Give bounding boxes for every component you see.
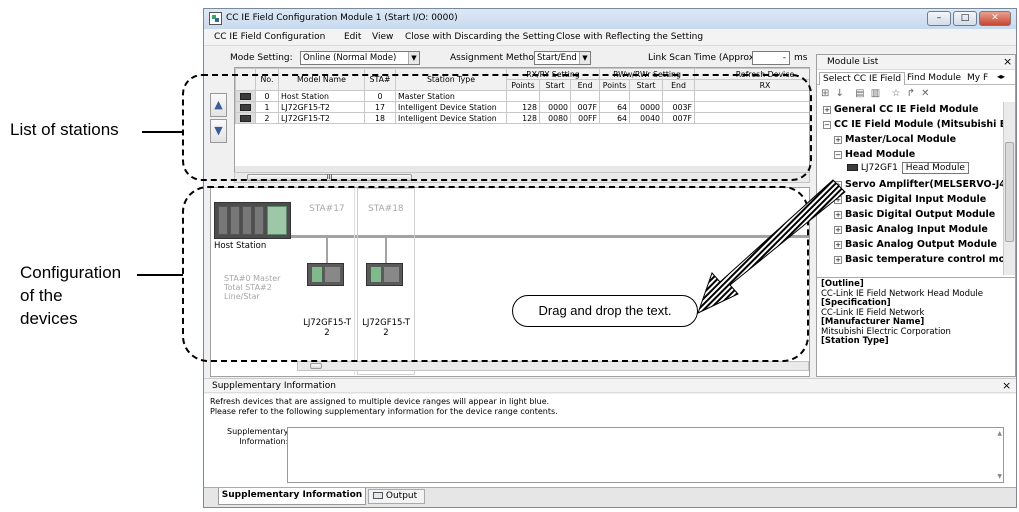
tree-item-label: Basic Digital Input Module: [845, 194, 987, 205]
expand-icon[interactable]: ▤: [855, 88, 864, 99]
module-list-tabs: Select CC IE Field Find Module My F ◂▸: [817, 71, 1015, 85]
mode-setting-dropdown[interactable]: Online (Normal Mode) ▼: [300, 51, 420, 65]
tab-select-cc-ie-field[interactable]: Select CC IE Field: [819, 72, 906, 85]
scrollbar-thumb[interactable]: [1005, 142, 1014, 242]
annotation-text-line: Configuration: [20, 263, 122, 282]
supplementary-information-textarea[interactable]: ▲ ▼: [287, 427, 1004, 483]
sort-icon[interactable]: ⊞: [821, 88, 829, 99]
annotation-leader-line: [142, 131, 184, 133]
chevron-down-icon: ▼: [579, 52, 590, 64]
menu-close-reflect[interactable]: Close with Reflecting the Setting: [556, 32, 703, 42]
supplementary-text-2: Please refer to the following supplement…: [210, 407, 558, 416]
assignment-method-value: Start/End: [537, 53, 577, 63]
tree-leaf-label: LJ72GF1: [860, 163, 898, 173]
mode-setting-label: Mode Setting:: [230, 53, 293, 63]
close-button[interactable]: ✕: [979, 11, 1011, 26]
supplementary-close-button[interactable]: ×: [1002, 379, 1011, 392]
tree-item[interactable]: − Head Module: [834, 149, 915, 160]
tab-find-module[interactable]: Find Module: [907, 73, 961, 83]
supplementary-text-1: Refresh devices that are assigned to mul…: [210, 397, 550, 406]
info-heading: [Station Type]: [821, 336, 889, 346]
tab-output[interactable]: Output: [368, 489, 425, 504]
module-list-header: Module List ×: [817, 55, 1015, 70]
sort-az-icon[interactable]: ↓: [836, 88, 844, 99]
field-label-line: Information:: [239, 437, 289, 446]
tooltip: Head Module: [901, 162, 969, 174]
chevron-down-icon: ▼: [408, 52, 419, 64]
tab-my-favorites[interactable]: My F: [967, 73, 988, 83]
scroll-down-icon[interactable]: ▼: [997, 473, 1002, 480]
assignment-method-dropdown[interactable]: Start/End ▼: [534, 51, 591, 65]
output-icon: [373, 492, 383, 499]
scroll-up-icon[interactable]: ▲: [997, 430, 1002, 437]
tree-item-label: General CC IE Field Module: [834, 104, 979, 115]
collapse-icon[interactable]: ▥: [871, 88, 880, 99]
link-scan-unit: ms: [794, 53, 808, 63]
tree-item-label: Basic Analog Input Module: [845, 224, 988, 235]
tree-item[interactable]: + Master/Local Module: [834, 134, 956, 145]
tree-item-label: Servo Amplifter(MELSERVO-J4 S: [845, 179, 1003, 190]
drag-drop-callout: Drag and drop the text.: [512, 295, 698, 327]
menu-cc-ie-field-configuration[interactable]: CC IE Field Configuration: [214, 32, 325, 42]
station-list-highlight: [182, 74, 812, 181]
delete-icon[interactable]: ✕: [921, 88, 929, 99]
title-bar: CC IE Field Configuration Module 1 (Star…: [204, 9, 1016, 29]
tree-item-label: Basic temperature control modu: [845, 254, 1003, 265]
assignment-method-label: Assignment Method:: [450, 53, 543, 63]
link-scan-field: -: [752, 51, 790, 65]
menu-close-discard[interactable]: Close with Discarding the Setting: [405, 32, 555, 42]
tree-item-label: Head Module: [845, 149, 916, 160]
annotation-text-line: devices: [20, 309, 78, 328]
mode-setting-value: Online (Normal Mode): [303, 53, 397, 63]
drag-arrow-icon: [697, 179, 846, 314]
tree-vertical-scrollbar[interactable]: [1003, 102, 1015, 275]
field-label-line: Supplementary: [227, 427, 289, 436]
maximize-button[interactable]: □: [953, 11, 977, 26]
link-scan-label: Link Scan Time (Approx.):: [648, 53, 764, 63]
tree-item-label: CC IE Field Module (Mitsubishi Elec: [834, 119, 1003, 130]
supplementary-header: Supplementary Information ×: [204, 378, 1016, 393]
menu-bar: CC IE Field Configuration Edit View Clos…: [204, 29, 1016, 46]
app-icon: [209, 12, 222, 25]
map-horizontal-scrollbar[interactable]: [297, 361, 809, 371]
expand-toggle-icon[interactable]: +: [834, 135, 842, 144]
module-list-title: Module List: [827, 57, 879, 67]
module-list-toolbar: ⊞ ↓ ▤ ▥ ☆ ↱ ✕: [821, 88, 930, 101]
minimize-button[interactable]: –: [927, 11, 951, 26]
tree-item[interactable]: + General CC IE Field Module: [823, 104, 979, 115]
annotation-leader-line: [137, 274, 183, 276]
annotation-text-line: of the: [20, 286, 63, 305]
annotation-list-of-stations: List of stations: [10, 120, 119, 139]
tab-scroll-arrows-icon[interactable]: ◂▸: [997, 72, 1005, 81]
add-favorite-icon[interactable]: ↱: [907, 88, 915, 99]
scrollbar-thumb[interactable]: [310, 363, 322, 369]
favorite-star-icon[interactable]: ☆: [891, 88, 900, 99]
supplementary-field-label: Supplementary Information:: [227, 427, 288, 447]
tree-item[interactable]: − CC IE Field Module (Mitsubishi Elec: [823, 119, 1003, 130]
tab-output-label: Output: [385, 491, 418, 501]
expand-toggle-icon[interactable]: −: [823, 120, 831, 129]
module-icon: [847, 164, 858, 171]
tree-item-label: Basic Analog Output Module: [845, 239, 997, 250]
window-title: CC IE Field Configuration Module 1 (Star…: [226, 13, 458, 23]
supplementary-title: Supplementary Information: [212, 381, 336, 391]
tree-item-label: Basic Digital Output Module: [845, 209, 996, 220]
tree-item-label: Master/Local Module: [845, 134, 957, 145]
bottom-tab-bar: Supplementary Information Output: [204, 487, 1016, 507]
menu-view[interactable]: View: [372, 32, 393, 42]
tab-supplementary-information[interactable]: Supplementary Information: [218, 488, 366, 505]
annotation-configuration: Configuration of the devices: [20, 261, 121, 330]
menu-edit[interactable]: Edit: [344, 32, 361, 42]
expand-toggle-icon[interactable]: +: [823, 105, 831, 114]
expand-toggle-icon[interactable]: −: [834, 150, 842, 159]
module-list-close-button[interactable]: ×: [1003, 55, 1012, 68]
supplementary-panel: Refresh devices that are assigned to mul…: [204, 394, 1016, 487]
tree-leaf-module[interactable]: LJ72GF1 Head Module: [847, 162, 969, 174]
